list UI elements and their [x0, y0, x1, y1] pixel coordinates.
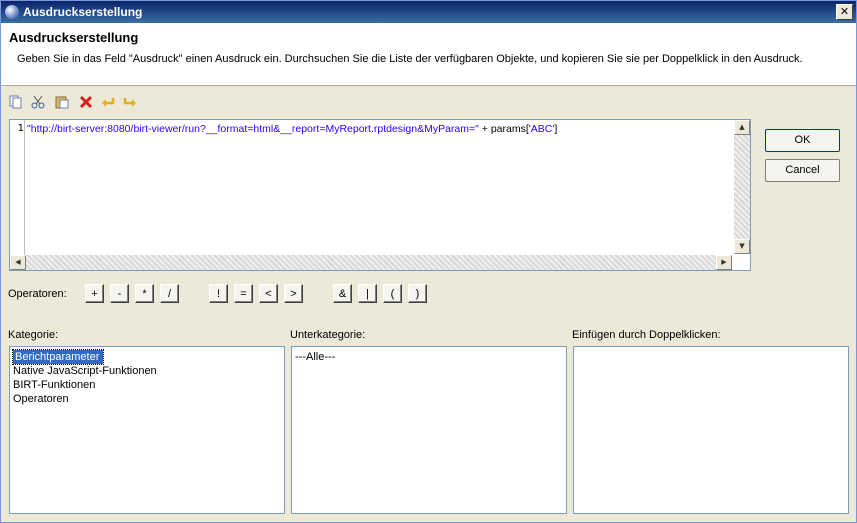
scroll-up-icon[interactable]: ▲ [734, 120, 750, 135]
scroll-left-icon[interactable]: ◀ [10, 255, 26, 270]
insert-label: Einfügen durch Doppelklicken: [572, 329, 721, 341]
code-plain-end: ] [554, 123, 558, 135]
header-description: Geben Sie in das Feld "Ausdruck" einen A… [17, 53, 803, 65]
operator-less-button[interactable]: < [259, 284, 278, 303]
category-list[interactable]: Berichtparameter Native JavaScript-Funkt… [9, 346, 285, 514]
category-label: Kategorie: [8, 329, 59, 341]
list-item[interactable]: Native JavaScript-Funktionen [10, 364, 284, 378]
code-plain: + params[ [478, 123, 529, 135]
delete-icon[interactable] [77, 93, 95, 111]
operator-greater-button[interactable]: > [284, 284, 303, 303]
selected-item-label: Berichtparameter [11, 349, 105, 365]
title-bar[interactable]: Ausdruckserstellung ✕ [1, 1, 856, 23]
copy-icon[interactable] [7, 93, 25, 111]
code-string-2: 'ABC' [528, 123, 555, 135]
cancel-button[interactable]: Cancel [765, 159, 840, 182]
redo-icon[interactable] [121, 93, 139, 111]
expression-text[interactable]: "http://birt-server:8080/birt-viewer/run… [27, 123, 557, 135]
scroll-right-icon[interactable]: ▶ [716, 255, 732, 270]
undo-icon[interactable] [99, 93, 117, 111]
expression-editor[interactable]: 1 "http://birt-server:8080/birt-viewer/r… [9, 119, 751, 271]
horizontal-scrollbar[interactable]: ◀ ▶ [10, 255, 732, 270]
vertical-scrollbar[interactable]: ▲ ▼ [734, 120, 750, 254]
subcategory-list[interactable]: ---Alle--- [291, 346, 567, 514]
code-string: "http://birt-server:8080/birt-viewer/run… [27, 123, 479, 135]
insert-list[interactable] [573, 346, 849, 514]
list-item[interactable]: Operatoren [10, 392, 284, 406]
operator-plus-button[interactable]: + [85, 284, 104, 303]
dialog-window: Ausdruckserstellung ✕ Ausdruckserstellun… [0, 0, 857, 523]
subcategory-label: Unterkategorie: [290, 329, 366, 341]
cut-icon[interactable] [29, 93, 47, 111]
operator-multiply-button[interactable]: * [135, 284, 154, 303]
operator-not-button[interactable]: ! [209, 284, 228, 303]
operator-close-paren-button[interactable]: ) [408, 284, 427, 303]
list-item[interactable]: ---Alle--- [292, 350, 566, 364]
operator-open-paren-button[interactable]: ( [383, 284, 402, 303]
dialog-header: Ausdruckserstellung Geben Sie in das Fel… [1, 23, 856, 86]
app-icon [5, 5, 19, 19]
line-number: 1 [17, 123, 24, 134]
list-item[interactable]: Berichtparameter [10, 349, 284, 365]
ok-button[interactable]: OK [765, 129, 840, 152]
scroll-down-icon[interactable]: ▼ [734, 239, 750, 254]
window-title: Ausdruckserstellung [23, 5, 143, 19]
close-icon[interactable]: ✕ [836, 4, 853, 20]
operators-label: Operatoren: [8, 288, 67, 300]
paste-icon[interactable] [53, 93, 71, 111]
operator-equals-button[interactable]: = [234, 284, 253, 303]
operator-or-button[interactable]: | [358, 284, 377, 303]
line-number-gutter: 1 [10, 120, 25, 257]
list-item[interactable]: BIRT-Funktionen [10, 378, 284, 392]
operator-divide-button[interactable]: / [160, 284, 179, 303]
operator-and-button[interactable]: & [333, 284, 352, 303]
operator-minus-button[interactable]: - [110, 284, 129, 303]
header-title: Ausdruckserstellung [9, 30, 139, 45]
